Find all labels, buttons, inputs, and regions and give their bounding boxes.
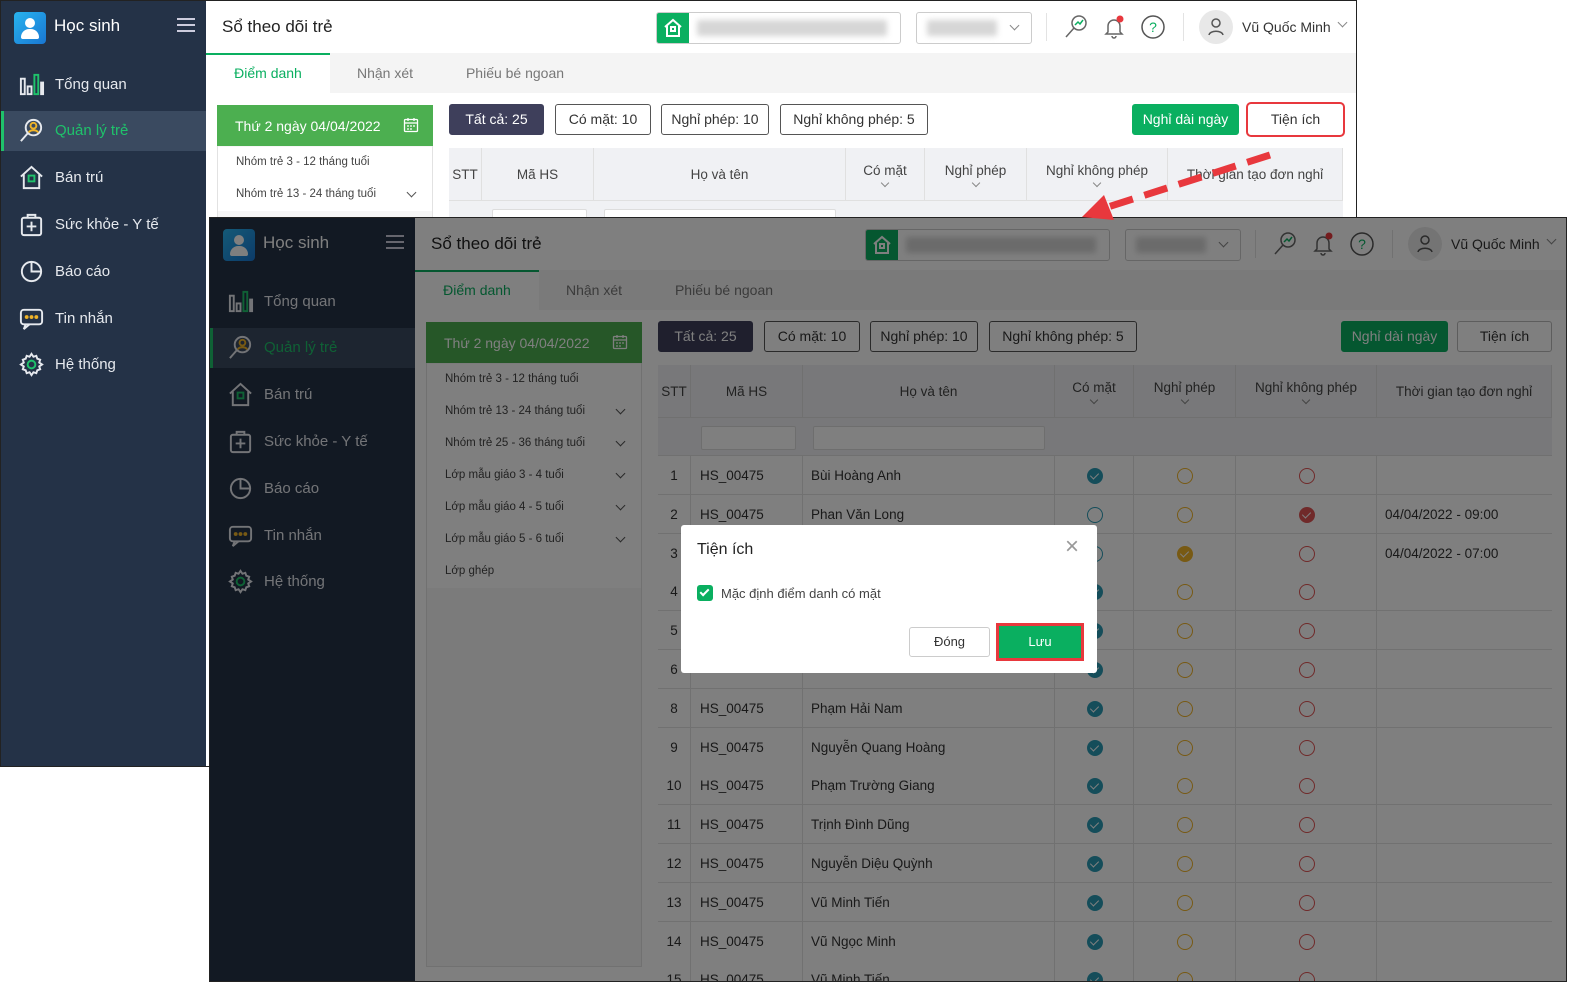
svg-text:?: ? [1149, 19, 1157, 35]
default-present-checkbox[interactable] [697, 585, 713, 601]
chat-icon [1, 305, 55, 332]
close-icon[interactable]: × [1065, 533, 1079, 561]
user-avatar-icon[interactable] [1199, 10, 1233, 44]
bar-chart-icon [1, 71, 55, 98]
search-person-icon [4, 117, 55, 144]
school-selector[interactable] [656, 12, 901, 44]
sidebar-item-label: Bán trú [55, 169, 104, 187]
sidebar-item[interactable]: Tổng quan [1, 64, 206, 104]
tab[interactable]: Điểm danh [206, 53, 330, 93]
school-name-redacted [697, 20, 887, 36]
sidebar-item[interactable]: Bán trú [1, 158, 206, 198]
column-header-label: STT [452, 166, 478, 182]
app-logo-icon [14, 12, 46, 44]
app-title: Học sinh [54, 16, 121, 35]
save-button[interactable]: Lưu [996, 623, 1084, 661]
group-item[interactable]: Nhóm trẻ 13 - 24 tháng tuổi [218, 179, 432, 211]
column-header[interactable]: Nghỉ phép [925, 148, 1027, 201]
column-header-label: Nghỉ phép [944, 162, 1007, 178]
sort-chevron-icon[interactable] [971, 178, 980, 187]
column-header-label: Họ và tên [690, 166, 749, 182]
sidebar-item-label: Tin nhắn [55, 309, 113, 327]
sidebar-item-label: Sức khỏe - Y tế [55, 215, 159, 233]
house-icon [1, 164, 55, 191]
sidebar-item[interactable]: Quản lý trẻ [1, 110, 206, 151]
dialog-title: Tiện ích [697, 541, 754, 558]
filter-button[interactable]: Tất cả: 25 [449, 104, 544, 135]
school-year-redacted [927, 20, 997, 36]
column-header: Thời gian tạo đơn nghỉ [1168, 148, 1343, 201]
tab[interactable]: Nhận xét [330, 53, 440, 93]
filter-button[interactable]: Có mặt: 10 [555, 104, 651, 135]
sort-chevron-icon[interactable] [1092, 178, 1102, 187]
sidebar-item[interactable]: Hệ thống [1, 345, 206, 385]
column-header: Họ và tên [594, 148, 846, 201]
column-header: STT [449, 148, 482, 201]
calendar-icon[interactable] [403, 117, 419, 136]
group-label: Nhóm trẻ 3 - 12 tháng tuổi [236, 156, 370, 168]
group-item[interactable]: Nhóm trẻ 3 - 12 tháng tuổi [218, 147, 432, 179]
sort-chevron-icon[interactable] [880, 178, 890, 187]
sidebar-item[interactable]: Báo cáo [1, 251, 206, 291]
column-header-label: Thời gian tạo đơn nghỉ [1186, 166, 1324, 182]
sidebar-item[interactable]: Tin nhắn [1, 298, 206, 338]
filter-button[interactable]: Nghỉ phép: 10 [661, 104, 769, 135]
divider [1183, 13, 1184, 41]
column-header-label: Mã HS [516, 166, 559, 182]
user-name[interactable]: Vũ Quốc Minh [1242, 19, 1331, 35]
home-icon [657, 13, 689, 43]
search-chart-icon[interactable] [1062, 13, 1090, 41]
column-header[interactable]: Có mặt [846, 148, 925, 201]
sidebar-item[interactable]: Sức khỏe - Y tế [1, 204, 206, 244]
sidebar-item-label: Hệ thống [55, 356, 116, 374]
user-menu-chevron-icon[interactable] [1337, 17, 1348, 28]
medical-kit-icon [1, 211, 55, 238]
header: Sổ theo dõi trẻ? Vũ Quốc Minh [206, 1, 1356, 53]
divider [1046, 13, 1047, 41]
hamburger-menu-icon[interactable] [177, 18, 195, 32]
utilities-button[interactable]: Tiện ích [1246, 102, 1345, 137]
column-header-label: Có mặt [863, 162, 907, 178]
date-picker[interactable]: Thứ 2 ngày 04/04/2022 [217, 105, 433, 146]
long-leave-button[interactable]: Nghỉ dài ngày [1132, 104, 1239, 135]
tab-bar: Điểm danhNhận xétPhiếu bé ngoan [206, 53, 1356, 93]
utilities-dialog: Tiện ích × Mặc định điểm danh có mặt Đón… [681, 525, 1097, 673]
group-label: Nhóm trẻ 13 - 24 tháng tuổi [236, 188, 376, 200]
close-button[interactable]: Đóng [909, 627, 990, 657]
chevron-down-icon [1009, 20, 1020, 31]
checkbox-label: Mặc định điểm danh có mặt [721, 586, 881, 601]
sidebar-item-label: Quản lý trẻ [55, 122, 129, 140]
column-header: Mã HS [482, 148, 594, 201]
pie-chart-icon [1, 258, 55, 285]
school-year-selector[interactable] [916, 12, 1032, 44]
help-icon[interactable]: ? [1139, 13, 1167, 41]
column-header[interactable]: Nghỉ không phép [1027, 148, 1168, 201]
sidebar: Học sinh Tổng quan Quản lý trẻ Bán trú Sức k… [1, 1, 206, 766]
tab[interactable]: Phiếu bé ngoan [440, 53, 590, 93]
filter-button[interactable]: Nghỉ không phép: 5 [780, 104, 928, 135]
notification-bell-icon[interactable] [1100, 13, 1128, 41]
gear-icon [1, 351, 55, 378]
sidebar-item-label: Báo cáo [55, 262, 111, 280]
sidebar-item-label: Tổng quan [55, 75, 127, 93]
page-title: Sổ theo dõi trẻ [222, 17, 333, 36]
column-header-label: Nghỉ không phép [1045, 162, 1149, 178]
